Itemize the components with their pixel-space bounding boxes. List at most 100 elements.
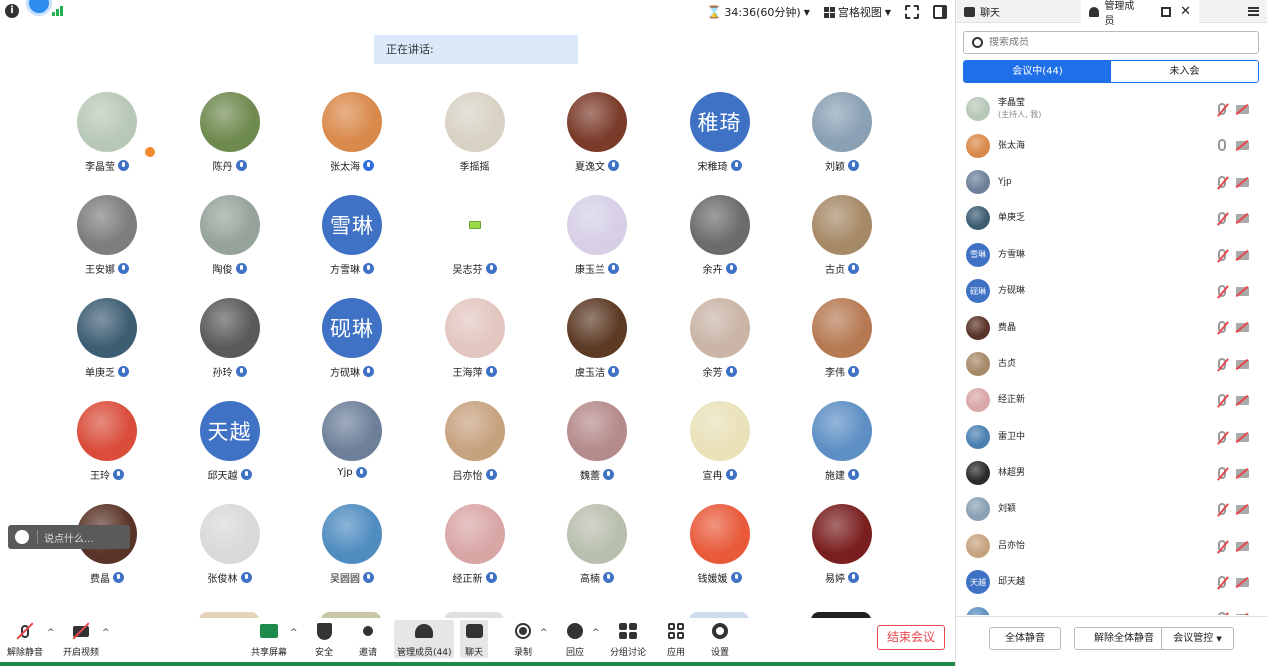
member-row[interactable]: 费晶 bbox=[956, 309, 1267, 345]
participant-tile[interactable]: 吕亦怡 bbox=[410, 401, 540, 493]
camera-off-icon[interactable] bbox=[1236, 614, 1249, 615]
meeting-timer[interactable]: ⌛ 34:36(60分钟) ▼ bbox=[702, 4, 813, 20]
participant-tile[interactable]: 陈丹 bbox=[165, 92, 295, 184]
member-row[interactable]: 雷卫中 bbox=[956, 419, 1267, 455]
breakout-rooms-button[interactable]: 分组讨论 bbox=[610, 620, 646, 658]
record-options-chevron-up-icon[interactable]: ^ bbox=[540, 628, 548, 638]
participant-tile[interactable]: 古贞 bbox=[777, 195, 907, 287]
reactions-options-chevron-up-icon[interactable]: ^ bbox=[592, 628, 600, 638]
participant-tile[interactable]: 余卉 bbox=[655, 195, 785, 287]
participant-tile[interactable]: 孙玲 bbox=[165, 298, 295, 390]
participant-tile[interactable]: 宣冉 bbox=[655, 401, 785, 493]
start-video-button[interactable]: 开启视频 bbox=[63, 620, 99, 658]
mute-all-button[interactable]: 全体静音 bbox=[989, 627, 1061, 650]
share-options-chevron-up-icon[interactable]: ^ bbox=[290, 628, 298, 638]
participant-tile[interactable]: 张太海 bbox=[287, 92, 417, 184]
participant-tile[interactable]: 天越 邱天越 bbox=[165, 401, 295, 493]
info-icon[interactable]: i bbox=[5, 4, 19, 18]
member-search-box[interactable] bbox=[963, 31, 1259, 54]
mic-muted-icon[interactable] bbox=[1218, 576, 1226, 589]
camera-off-icon[interactable] bbox=[1236, 578, 1249, 588]
mic-muted-icon[interactable] bbox=[1218, 212, 1226, 225]
meeting-security-icon[interactable] bbox=[26, 0, 52, 16]
participant-tile[interactable]: 王海萍 bbox=[410, 298, 540, 390]
menu-icon[interactable] bbox=[1248, 6, 1259, 16]
apps-button[interactable]: 应用 bbox=[665, 620, 687, 658]
member-search-input[interactable] bbox=[989, 37, 1239, 48]
participant-tile[interactable]: 稚琦 宋稚琦 bbox=[655, 92, 785, 184]
participant-tile[interactable]: 王玲 bbox=[42, 401, 172, 493]
camera-off-icon[interactable] bbox=[1236, 250, 1249, 260]
member-row[interactable]: Yjp bbox=[956, 164, 1267, 200]
member-row[interactable]: 雪琳 方雪琳 bbox=[956, 237, 1267, 273]
participant-tile[interactable]: 单庚乏 bbox=[42, 298, 172, 390]
emoji-icon[interactable] bbox=[15, 530, 29, 544]
camera-off-icon[interactable] bbox=[1236, 359, 1249, 369]
mic-muted-icon[interactable] bbox=[1218, 394, 1226, 407]
participant-tile[interactable]: 易婷 bbox=[777, 504, 907, 596]
record-button[interactable]: 录制 bbox=[512, 620, 534, 658]
participant-tile[interactable]: 吴圆圆 bbox=[287, 504, 417, 596]
participant-tile[interactable]: 施建 bbox=[777, 401, 907, 493]
participant-tile[interactable]: 张俊林 bbox=[165, 504, 295, 596]
fullscreen-button[interactable] bbox=[901, 5, 923, 19]
popout-icon[interactable] bbox=[1161, 6, 1172, 17]
tab-chat[interactable]: 聊天 bbox=[956, 0, 1081, 23]
reactions-button[interactable]: 回应 bbox=[564, 620, 586, 658]
participant-tile[interactable]: 李伟 bbox=[777, 298, 907, 390]
participant-tile[interactable]: 虞玉洁 bbox=[532, 298, 662, 390]
member-row[interactable]: 刘颖 bbox=[956, 491, 1267, 527]
participant-tile[interactable]: 康玉兰 bbox=[532, 195, 662, 287]
member-row[interactable]: 古贞 bbox=[956, 346, 1267, 382]
camera-off-icon[interactable] bbox=[1236, 432, 1249, 442]
camera-off-icon[interactable] bbox=[1236, 323, 1249, 333]
member-row[interactable]: 张太海 bbox=[956, 127, 1267, 163]
camera-off-icon[interactable] bbox=[1236, 286, 1249, 296]
network-signal-icon[interactable] bbox=[52, 6, 64, 16]
security-button[interactable]: 安全 bbox=[313, 620, 335, 658]
invite-button[interactable]: 邀请 bbox=[357, 620, 379, 658]
side-panel-toggle-button[interactable] bbox=[929, 5, 951, 19]
participant-tile[interactable]: 魏蕾 bbox=[532, 401, 662, 493]
tab-manage-members[interactable]: 管理成员 ✕ bbox=[1081, 0, 1199, 27]
mic-muted-icon[interactable] bbox=[1218, 284, 1226, 297]
member-row[interactable]: 吕亦怡 bbox=[956, 528, 1267, 564]
participant-tile[interactable]: 季摇摇 bbox=[410, 92, 540, 184]
camera-off-icon[interactable] bbox=[1236, 541, 1249, 551]
participant-tile[interactable]: 李晶莹 bbox=[42, 92, 172, 184]
mic-muted-icon[interactable] bbox=[1218, 321, 1226, 334]
participant-tile[interactable]: 陶俊 bbox=[165, 195, 295, 287]
mic-muted-icon[interactable] bbox=[1218, 612, 1226, 615]
close-icon[interactable]: ✕ bbox=[1180, 4, 1191, 19]
participant-tile[interactable]: Yjp bbox=[287, 401, 417, 493]
participant-tile[interactable]: 砚琳 方砚琳 bbox=[287, 298, 417, 390]
participant-tile[interactable]: 高楠 bbox=[532, 504, 662, 596]
participant-tile[interactable]: 钱媛媛 bbox=[655, 504, 785, 596]
camera-off-icon[interactable] bbox=[1236, 177, 1249, 187]
participant-tile[interactable]: 费晶 bbox=[42, 504, 172, 596]
member-row[interactable]: 林超男 bbox=[956, 455, 1267, 491]
mic-muted-icon[interactable] bbox=[1218, 466, 1226, 479]
unmute-all-button[interactable]: 解除全体静音 bbox=[1074, 627, 1174, 650]
meeting-controls-dropdown[interactable]: 会议管控 ▼ bbox=[1161, 627, 1234, 650]
mic-muted-icon[interactable] bbox=[1218, 539, 1226, 552]
settings-button[interactable]: 设置 bbox=[709, 620, 731, 658]
end-meeting-button[interactable]: 结束会议 bbox=[877, 625, 945, 650]
mic-muted-icon[interactable] bbox=[1218, 103, 1226, 115]
participant-tile[interactable]: 刘颖 bbox=[777, 92, 907, 184]
tab-in-meeting[interactable]: 会议中(44) bbox=[964, 61, 1111, 82]
participant-tile[interactable]: 夏逸文 bbox=[532, 92, 662, 184]
view-mode-dropdown[interactable]: 宫格视图 ▼ bbox=[820, 4, 895, 20]
quick-chat-input[interactable]: 说点什么... bbox=[8, 525, 130, 549]
mic-muted-icon[interactable] bbox=[1218, 503, 1226, 516]
member-row[interactable]: 天越 邱天越 bbox=[956, 564, 1267, 600]
participant-tile[interactable]: 余芳 bbox=[655, 298, 785, 390]
audio-options-chevron-up-icon[interactable]: ^ bbox=[47, 628, 55, 638]
video-options-chevron-up-icon[interactable]: ^ bbox=[102, 628, 110, 638]
participant-tile[interactable]: 王安娜 bbox=[42, 195, 172, 287]
camera-off-icon[interactable] bbox=[1236, 105, 1249, 114]
member-row[interactable]: 单庚乏 bbox=[956, 200, 1267, 236]
participant-tile[interactable]: 吴志芬 bbox=[410, 195, 540, 287]
mic-muted-icon[interactable] bbox=[1218, 175, 1226, 188]
camera-off-icon[interactable] bbox=[1236, 396, 1249, 406]
